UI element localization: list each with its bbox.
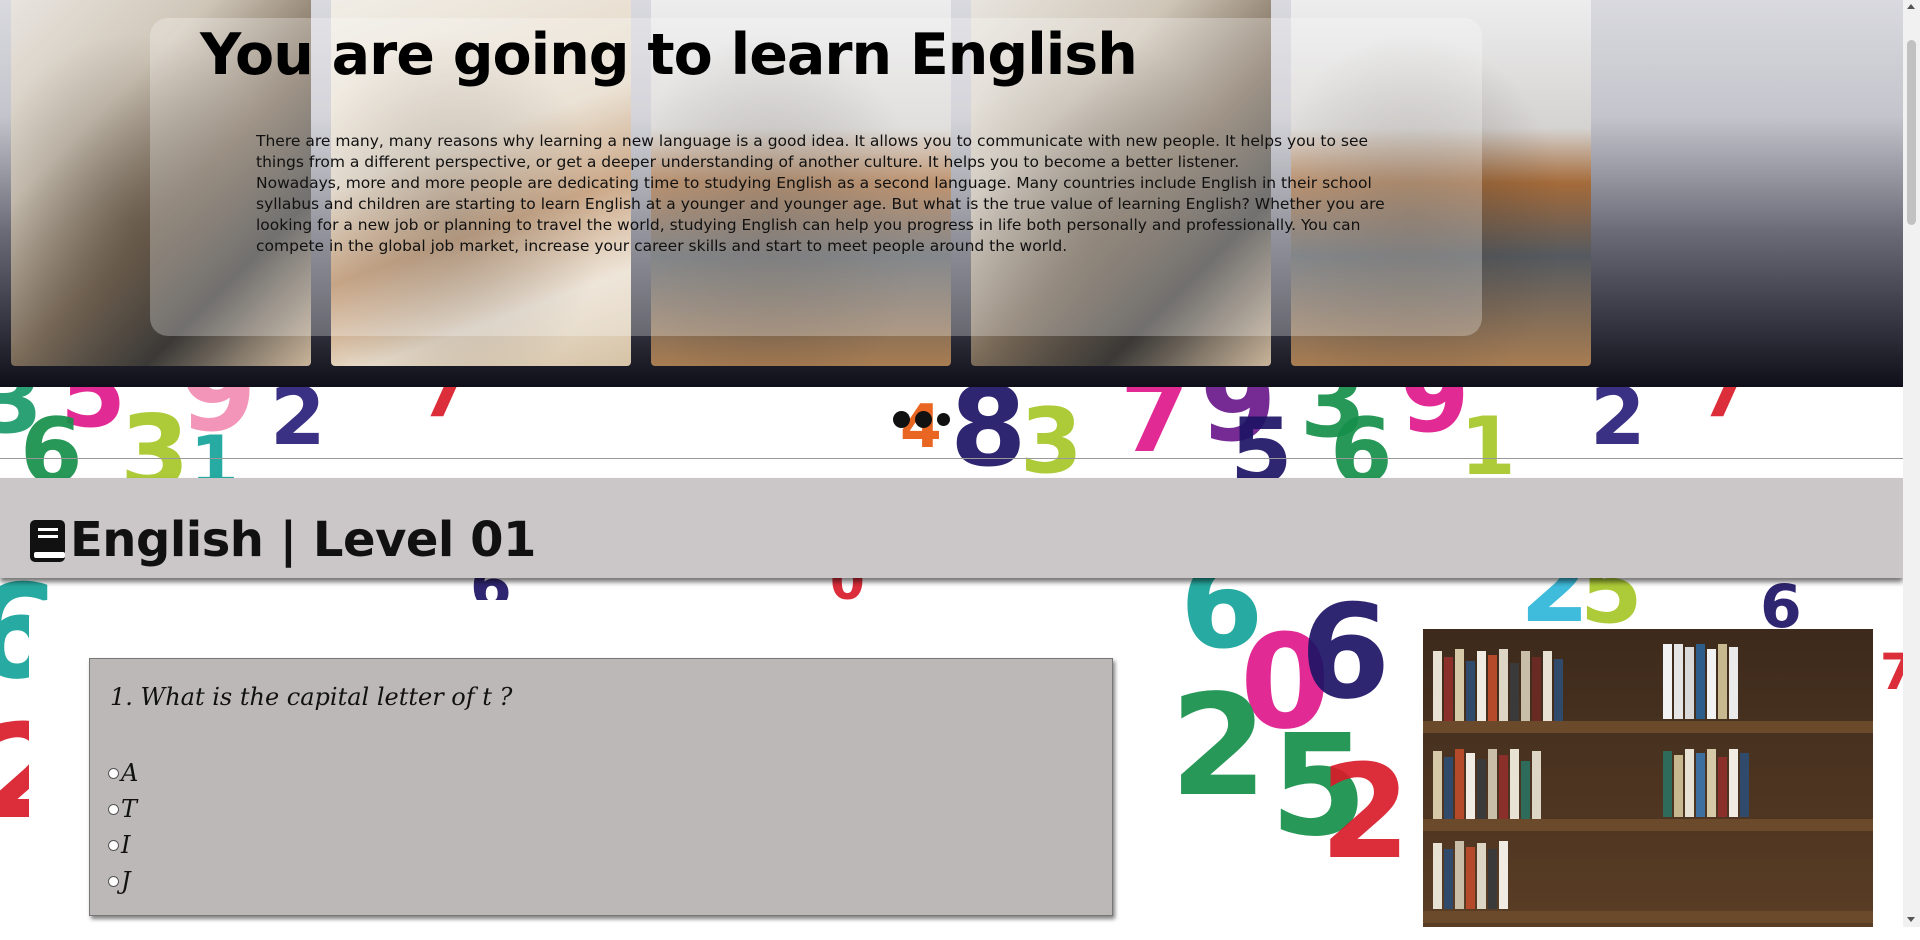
hero-section: You are going to learn English There are…: [0, 0, 1903, 387]
question-card: 1. What is the capital letter of t ? A T…: [89, 658, 1113, 916]
answer-option[interactable]: A: [108, 755, 138, 791]
option-label: A: [121, 759, 139, 787]
option-label: T: [121, 795, 138, 823]
hero-paragraph: There are many, many reasons why learnin…: [256, 132, 1369, 171]
level-title: English | Level 01: [70, 512, 536, 568]
radio-button[interactable]: [108, 767, 119, 779]
radio-button[interactable]: [108, 875, 119, 887]
slider-dots: [893, 411, 950, 428]
hero-paragraph: Nowadays, more and more people are dedic…: [256, 174, 1385, 255]
slider-dot[interactable]: [915, 411, 932, 428]
option-label: I: [121, 831, 131, 859]
option-label: J: [121, 867, 131, 895]
answer-option[interactable]: T: [108, 791, 138, 827]
hero-title: You are going to learn English: [200, 22, 1138, 88]
slider-dot[interactable]: [893, 411, 910, 428]
page-scrollbar[interactable]: [1903, 0, 1920, 927]
answer-option[interactable]: J: [108, 863, 138, 899]
book-icon: [28, 518, 69, 564]
scrollbar-thumb[interactable]: [1907, 40, 1916, 225]
slider-dot[interactable]: [937, 413, 950, 426]
question-text: 1. What is the capital letter of t ?: [110, 683, 513, 711]
section-divider: [0, 458, 1903, 459]
answer-options: A T I J: [108, 755, 138, 899]
level-header: English | Level 01: [0, 478, 1903, 578]
answer-option[interactable]: I: [108, 827, 138, 863]
bookshelf-image: [1423, 629, 1873, 927]
scroll-down-icon[interactable]: [1907, 917, 1915, 922]
radio-button[interactable]: [108, 803, 119, 815]
scroll-up-icon[interactable]: [1907, 4, 1915, 9]
hero-intro-text: There are many, many reasons why learnin…: [256, 131, 1396, 257]
radio-button[interactable]: [108, 839, 119, 851]
